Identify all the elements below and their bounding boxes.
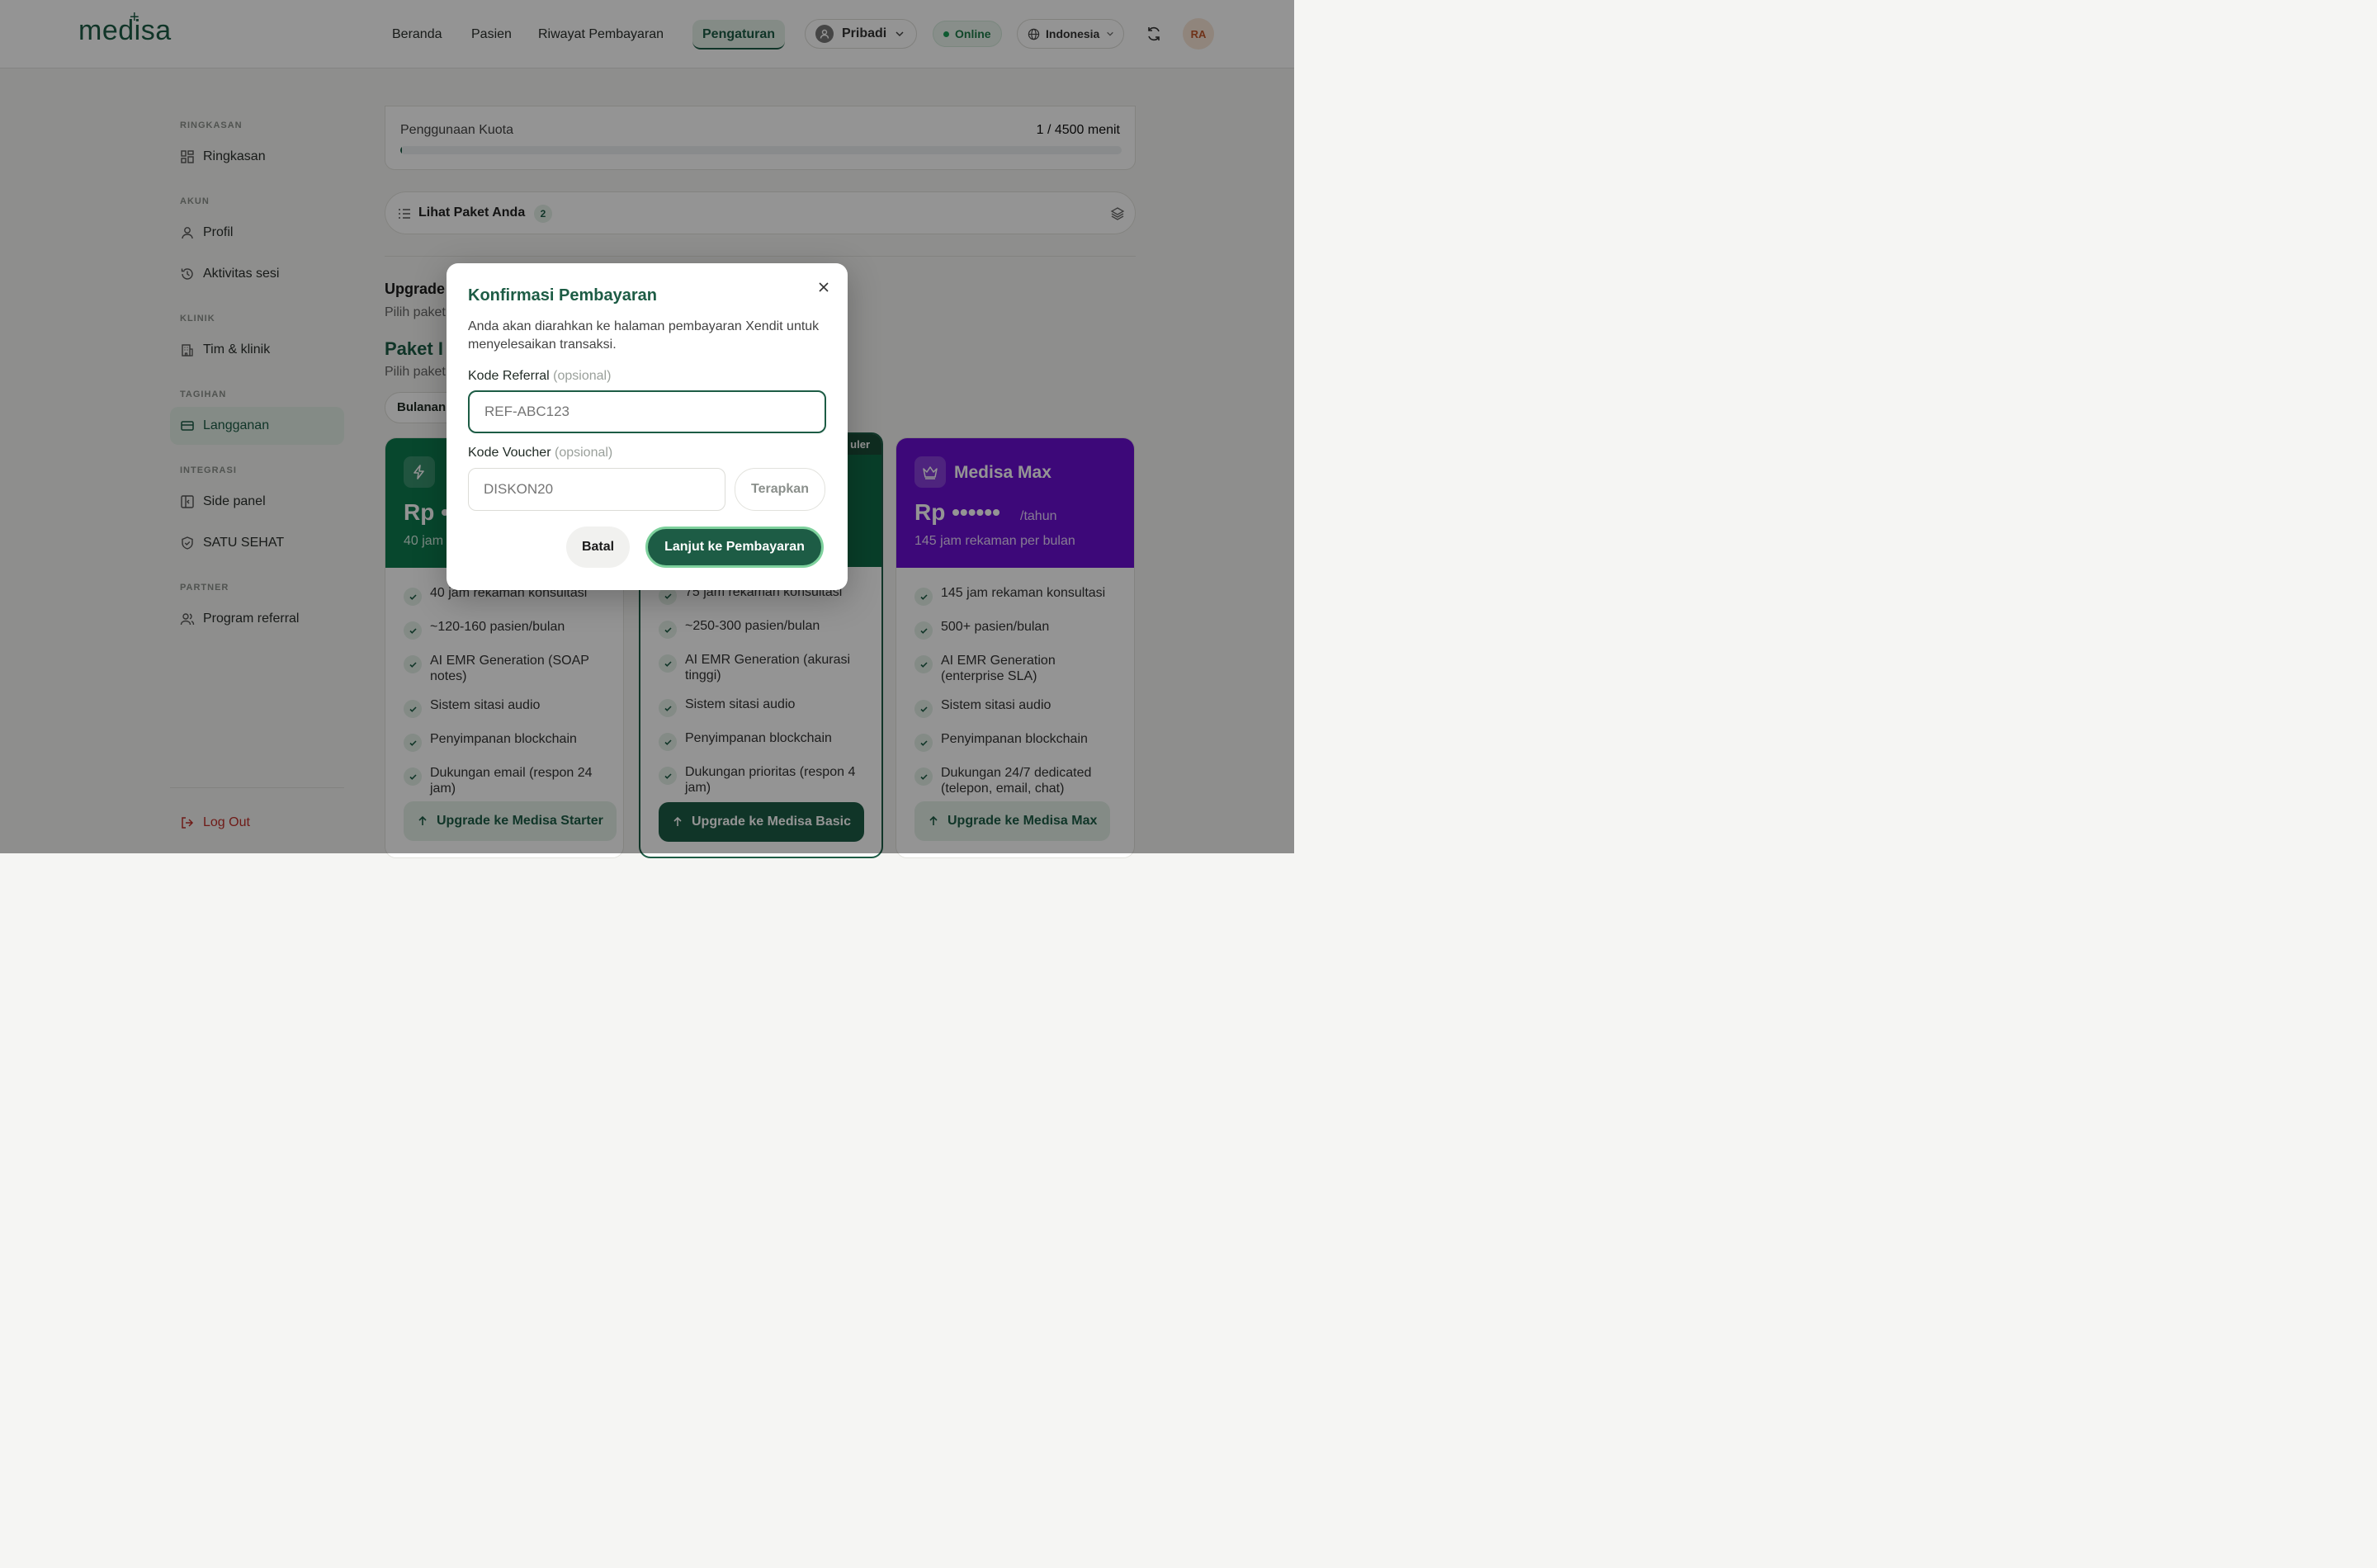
modal-title: Konfirmasi Pembayaran (468, 286, 657, 305)
proceed-to-payment-button[interactable]: Lanjut ke Pembayaran (645, 527, 824, 568)
voucher-label: Kode Voucher (opsional) (468, 446, 612, 460)
close-icon[interactable] (815, 278, 833, 296)
voucher-optional-text: (opsional) (554, 446, 613, 460)
apply-voucher-button[interactable]: Terapkan (735, 468, 825, 511)
referral-label-text: Kode Referral (468, 369, 550, 383)
referral-optional-text: (opsional) (553, 369, 612, 383)
voucher-code-input[interactable] (468, 468, 725, 511)
modal-description: Anda akan diarahkan ke halaman pembayara… (468, 319, 820, 352)
voucher-label-text: Kode Voucher (468, 446, 551, 460)
cancel-button[interactable]: Batal (566, 527, 630, 568)
payment-confirmation-modal: Konfirmasi Pembayaran Anda akan diarahka… (447, 263, 848, 590)
referral-code-input[interactable] (468, 390, 826, 433)
referral-label: Kode Referral (opsional) (468, 369, 611, 384)
